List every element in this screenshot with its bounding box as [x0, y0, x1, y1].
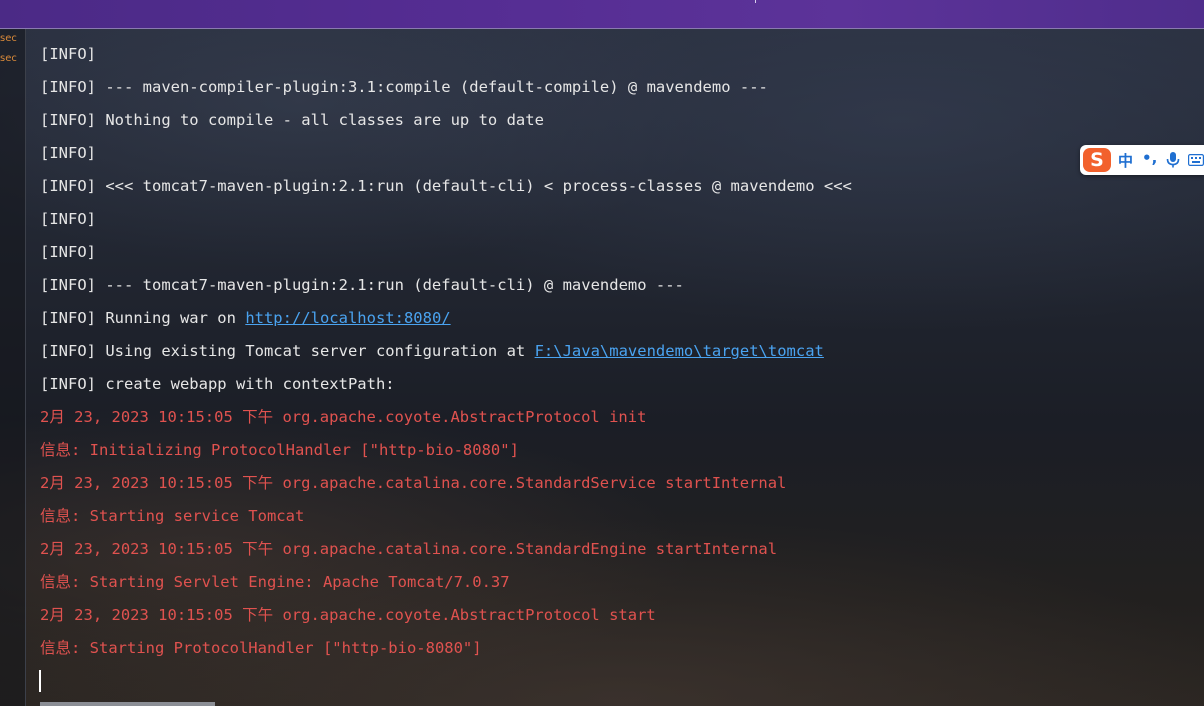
console-line-text: [INFO] --- tomcat7-maven-plugin:2.1:run …: [40, 276, 684, 294]
console-log-line-stderr: 信息: Initializing ProtocolHandler ["http-…: [40, 436, 852, 469]
console-line-text: 信息: Initializing ProtocolHandler ["http-…: [40, 441, 519, 459]
console-output[interactable]: [INFO] [INFO] --- maven-compiler-plugin:3…: [40, 40, 852, 667]
horizontal-scrollbar-thumb[interactable]: [40, 702, 215, 706]
console-line-text: 信息: Starting ProtocolHandler ["http-bio-…: [40, 639, 482, 657]
console-line-text: [INFO] --- maven-compiler-plugin:3.1:com…: [40, 78, 768, 96]
console-line-text: [INFO]: [40, 210, 96, 228]
microphone-icon[interactable]: [1166, 152, 1180, 168]
ide-run-console-window: sec sec [INFO] [INFO] --- maven-compiler-…: [0, 0, 1204, 706]
console-line-text: 2月 23, 2023 10:15:05 下午 org.apache.coyot…: [40, 606, 656, 624]
text-cursor: [39, 670, 41, 692]
console-line-text: 2月 23, 2023 10:15:05 下午 org.apache.catal…: [40, 540, 778, 558]
console-log-line-stderr: 2月 23, 2023 10:15:05 下午 org.apache.catal…: [40, 469, 852, 502]
console-line-text: 2月 23, 2023 10:15:05 下午 org.apache.catal…: [40, 474, 787, 492]
console-line-text: [INFO] Nothing to compile - all classes …: [40, 111, 544, 129]
gutter-divider[interactable]: [25, 29, 26, 706]
console-log-line-info: [INFO] --- tomcat7-maven-plugin:2.1:run …: [40, 271, 852, 304]
console-hyperlink[interactable]: F:\Java\mavendemo\target\tomcat: [535, 342, 824, 360]
console-log-line-info: [INFO] --- maven-compiler-plugin:3.1:com…: [40, 73, 852, 106]
console-log-line-info: [INFO]: [40, 238, 852, 271]
console-log-line-info: [INFO] <<< tomcat7-maven-plugin:2.1:run …: [40, 172, 852, 205]
console-log-line-stderr: 2月 23, 2023 10:15:05 下午 org.apache.coyot…: [40, 601, 852, 634]
console-log-line-stderr: 信息: Starting Servlet Engine: Apache Tomc…: [40, 568, 852, 601]
console-hyperlink[interactable]: http://localhost:8080/: [245, 309, 450, 327]
console-log-line-info: [INFO] Using existing Tomcat server conf…: [40, 337, 852, 370]
console-log-line-info: [INFO]: [40, 139, 852, 172]
console-log-line-stderr: 2月 23, 2023 10:15:05 下午 org.apache.catal…: [40, 535, 852, 568]
keyboard-icon[interactable]: [1188, 154, 1204, 166]
ime-toolbar[interactable]: S 中 •,: [1080, 145, 1204, 175]
gutter-duration-label: sec: [0, 33, 17, 44]
top-title-bar: [0, 0, 1204, 29]
run-tree-gutter[interactable]: sec sec: [0, 29, 25, 706]
sogou-logo-icon[interactable]: S: [1083, 148, 1111, 172]
console-log-line-info: [INFO] create webapp with contextPath:: [40, 370, 852, 403]
console-line-text: [INFO] <<< tomcat7-maven-plugin:2.1:run …: [40, 177, 852, 195]
console-log-line-stderr: 2月 23, 2023 10:15:05 下午 org.apache.coyot…: [40, 403, 852, 436]
ime-language-mode-toggle[interactable]: 中: [1118, 150, 1133, 171]
ime-punctuation-toggle[interactable]: •,: [1142, 149, 1157, 167]
console-log-line-info: [INFO] Running war on http://localhost:8…: [40, 304, 852, 337]
console-log-line-info: [INFO]: [40, 205, 852, 238]
console-line-text: [INFO] Using existing Tomcat server conf…: [40, 342, 535, 360]
gutter-duration-label: sec: [0, 53, 17, 64]
console-log-line-stderr: 信息: Starting ProtocolHandler ["http-bio-…: [40, 634, 852, 667]
console-log-line-info: [INFO]: [40, 40, 852, 73]
console-line-text: [INFO] create webapp with contextPath:: [40, 375, 395, 393]
console-log-line-stderr: 信息: Starting service Tomcat: [40, 502, 852, 535]
console-log-line-info: [INFO] Nothing to compile - all classes …: [40, 106, 852, 139]
console-line-text: 信息: Starting Servlet Engine: Apache Tomc…: [40, 573, 510, 591]
console-line-text: [INFO]: [40, 144, 96, 162]
title-bar-marker: [755, 0, 756, 3]
console-line-text: 信息: Starting service Tomcat: [40, 507, 305, 525]
console-line-text: [INFO]: [40, 243, 96, 261]
console-line-text: [INFO]: [40, 45, 96, 63]
console-line-text: 2月 23, 2023 10:15:05 下午 org.apache.coyot…: [40, 408, 647, 426]
console-line-text: [INFO] Running war on: [40, 309, 246, 327]
